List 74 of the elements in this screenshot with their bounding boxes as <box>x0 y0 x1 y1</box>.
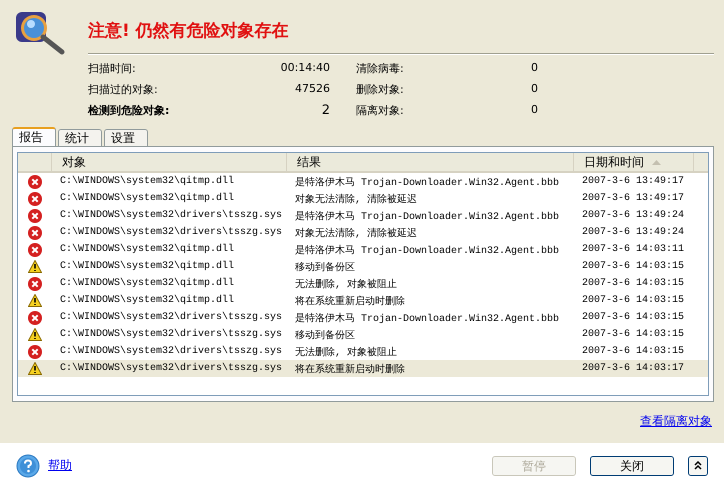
stat-value: 47526 <box>294 82 330 97</box>
table-cell-text: 是特洛伊木马 Trojan-Downloader.Win32.Agent.bbb <box>294 176 560 188</box>
table-row[interactable]: C:\WINDOWS\system32\qitmp.dll 无法删除, 对象被阻止 2007-3-6 14:03:15 <box>18 275 708 292</box>
table-cell-text: C:\WINDOWS\system32\drivers\tsszg.sys <box>59 329 284 340</box>
table-cell-text: 移动到备份区 <box>294 329 356 342</box>
table-cell-text: 对象无法清除, 清除被延迟 <box>294 192 418 206</box>
table-cell-text: 2007-3-6 14:03:15 <box>581 295 686 306</box>
table-cell-text: 2007-3-6 14:03:17 <box>581 363 686 374</box>
table-cell-text: C:\WINDOWS\system32\qitmp.dll <box>59 295 236 306</box>
table-cell-text: C:\WINDOWS\system32\qitmp.dll <box>59 278 236 289</box>
table-cell-text: C:\WINDOWS\system32\qitmp.dll <box>59 261 236 272</box>
table-cell-text: 2007-3-6 14:03:15 <box>581 329 686 340</box>
table-cell-text: 无法删除, 对象被阻止 <box>294 346 398 358</box>
table-row[interactable]: C:\WINDOWS\system32\drivers\tsszg.sys 是特洛伊木马 Trojan-Downloader.Win32.Agent.bbb 2007-3-6 13:49:24 <box>18 207 708 224</box>
stat-label: 扫描时间: <box>88 61 137 76</box>
stat-value: 00:14:40 <box>280 61 330 76</box>
collapse-button[interactable] <box>688 456 708 476</box>
table-cell-text: 2007-3-6 14:03:11 <box>581 244 686 255</box>
table-row[interactable]: C:\WINDOWS\system32\qitmp.dll 对象无法清除, 清除被延迟 2007-3-6 13:49:17 <box>18 190 708 207</box>
table-row[interactable]: C:\WINDOWS\system32\qitmp.dll 是特洛伊木马 Trojan-Downloader.Win32.Agent.bbb 2007-3-6 14:03:11 <box>18 241 708 258</box>
stat-label: 删除对象: <box>356 82 405 97</box>
table-cell-text: 2007-3-6 13:49:17 <box>581 176 686 187</box>
table-cell-text: C:\WINDOWS\system32\drivers\tsszg.sys <box>59 312 284 323</box>
table-cell-text: 是特洛伊木马 Trojan-Downloader.Win32.Agent.bbb <box>294 210 560 222</box>
table-cell-text: C:\WINDOWS\system32\qitmp.dll <box>59 176 236 187</box>
table-cell-text: 移动到备份区 <box>294 261 356 274</box>
table-row[interactable]: C:\WINDOWS\system32\drivers\tsszg.sys 移动到备份区 2007-3-6 14:03:15 <box>18 326 708 343</box>
stat-value: 0 <box>530 103 538 118</box>
tab[interactable]: 报告 <box>12 127 56 146</box>
stat-label: 扫描过的对象: <box>88 82 159 97</box>
table-cell-text: 2007-3-6 14:03:15 <box>581 278 686 289</box>
chevron-up-icon <box>694 461 702 470</box>
help-icon <box>16 454 40 478</box>
stat-label: 隔离对象: <box>356 103 405 118</box>
table-row[interactable]: C:\WINDOWS\system32\qitmp.dll 移动到备份区 2007-3-6 14:03:15 <box>18 258 708 275</box>
stat-value: 0 <box>530 82 538 97</box>
table-row[interactable]: C:\WINDOWS\system32\qitmp.dll 是特洛伊木马 Trojan-Downloader.Win32.Agent.bbb 2007-3-6 13:49:17 <box>18 173 708 190</box>
table-cell-text: C:\WINDOWS\system32\drivers\tsszg.sys <box>59 346 284 357</box>
column-header[interactable]: 日期和时间 <box>584 153 644 171</box>
table-cell-text: 2007-3-6 13:49:24 <box>581 227 686 238</box>
table-cell-text: 是特洛伊木马 Trojan-Downloader.Win32.Agent.bbb <box>294 312 560 324</box>
warning-title: 注意! 仍然有危险对象存在 <box>88 20 290 42</box>
view-quarantine-link[interactable]: 查看隔离对象 <box>640 413 712 430</box>
sort-icon <box>652 160 661 164</box>
table-cell-text: 是特洛伊木马 Trojan-Downloader.Win32.Agent.bbb <box>294 244 560 256</box>
table-cell-text: 对象无法清除, 清除被延迟 <box>294 226 418 240</box>
table-cell-text: 将在系统重新启动时删除 <box>294 294 406 308</box>
table-cell-text: C:\WINDOWS\system32\drivers\tsszg.sys <box>59 363 284 374</box>
table-row[interactable]: C:\WINDOWS\system32\drivers\tsszg.sys 无法删除, 对象被阻止 2007-3-6 14:03:15 <box>18 343 708 360</box>
table-cell-text: 2007-3-6 14:03:15 <box>581 261 686 272</box>
table-cell-text: 2007-3-6 14:03:15 <box>581 312 686 323</box>
table-row[interactable]: C:\WINDOWS\system32\drivers\tsszg.sys 对象无法清除, 清除被延迟 2007-3-6 13:49:24 <box>18 224 708 241</box>
table-cell-text: C:\WINDOWS\system32\qitmp.dll <box>59 244 236 255</box>
table-cell-text: C:\WINDOWS\system32\drivers\tsszg.sys <box>59 210 284 221</box>
table-cell-text: 无法删除, 对象被阻止 <box>294 278 398 290</box>
column-header[interactable]: 对象 <box>52 153 287 171</box>
table-cell-text: C:\WINDOWS\system32\drivers\tsszg.sys <box>59 227 284 238</box>
tab[interactable]: 设置 <box>104 129 148 146</box>
column-header[interactable]: 结果 <box>287 153 574 171</box>
table-cell-text: 2007-3-6 13:49:17 <box>581 193 686 204</box>
table-row[interactable]: C:\WINDOWS\system32\drivers\tsszg.sys 是特洛伊木马 Trojan-Downloader.Win32.Agent.bbb 2007-3-6 14:03:15 <box>18 309 708 326</box>
table-cell-text: 将在系统重新启动时删除 <box>294 362 406 376</box>
stat-value: 0 <box>530 61 538 76</box>
stat-label: 清除病毒: <box>356 61 405 76</box>
stat-value: 2 <box>320 103 330 118</box>
table-cell-text: 2007-3-6 14:03:15 <box>581 346 686 357</box>
table-cell-text: 2007-3-6 13:49:24 <box>581 210 686 221</box>
dialog-button[interactable]: 关闭 <box>590 456 674 476</box>
stat-label: 检测到危险对象: <box>88 103 170 118</box>
tab[interactable]: 统计 <box>58 129 102 146</box>
help-link[interactable]: 帮助 <box>48 457 72 474</box>
table-row[interactable]: C:\WINDOWS\system32\qitmp.dll 将在系统重新启动时删除 2007-3-6 14:03:15 <box>18 292 708 309</box>
table-row[interactable]: C:\WINDOWS\system32\drivers\tsszg.sys 将在系统重新启动时删除 2007-3-6 14:03:17 <box>18 360 708 377</box>
table-cell-text: C:\WINDOWS\system32\qitmp.dll <box>59 193 236 204</box>
